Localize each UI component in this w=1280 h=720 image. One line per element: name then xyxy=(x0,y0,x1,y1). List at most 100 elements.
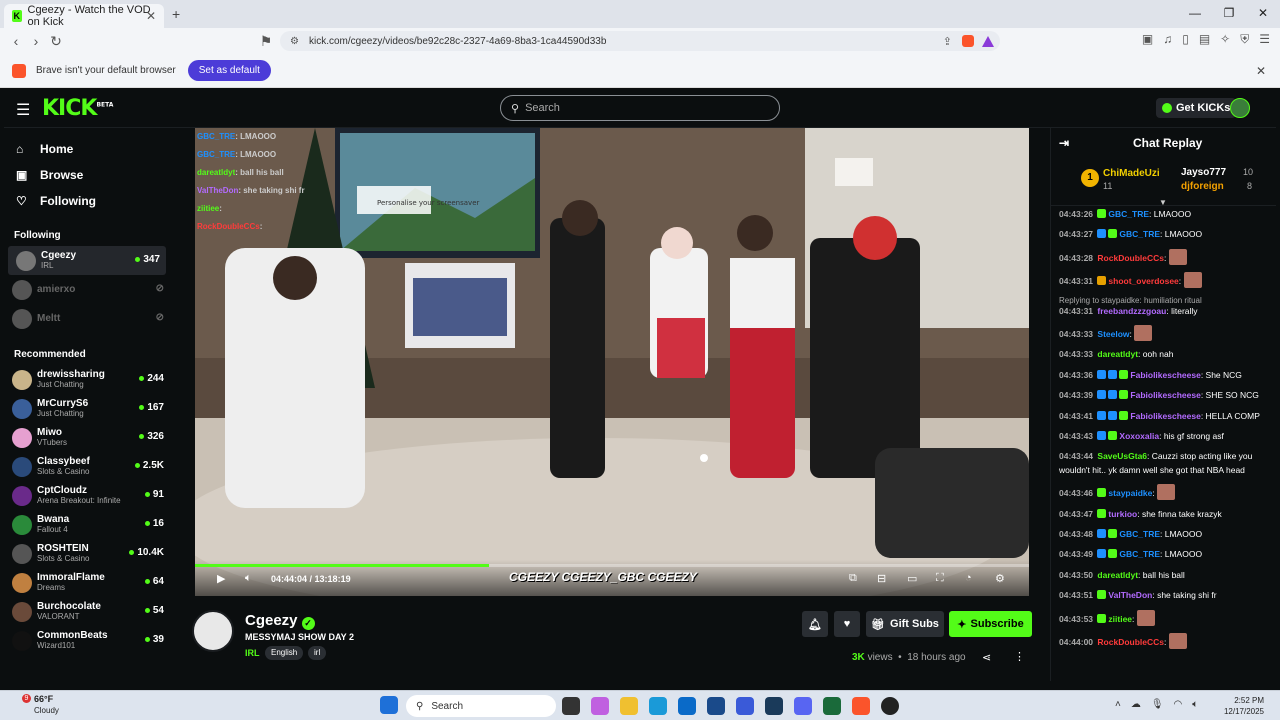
gifter-3-name[interactable]: djforeign xyxy=(1181,181,1224,192)
start-icon[interactable] xyxy=(380,696,398,714)
wallet-icon[interactable]: ▣ xyxy=(1142,32,1153,47)
chat-username[interactable]: GBC_TRE xyxy=(1119,529,1160,539)
brave-shields-icon[interactable] xyxy=(962,35,974,47)
sidebar-channel[interactable]: Cgeezy IRL 347 xyxy=(8,246,166,275)
brave-icon[interactable] xyxy=(852,697,870,715)
chat-username[interactable]: SaveUsGta6 xyxy=(1097,451,1147,461)
sidebar-channel[interactable]: Classybeef Slots & Casino 2.5K xyxy=(4,452,170,481)
restore-icon[interactable]: ❐ xyxy=(1212,0,1246,28)
task-view-icon[interactable] xyxy=(562,697,580,715)
tag-irl[interactable]: irl xyxy=(308,646,327,660)
chat-username[interactable]: staypaidke xyxy=(1108,488,1152,498)
sidebar-channel[interactable]: CommonBeats Wizard101 39 xyxy=(4,626,170,655)
minimize-icon[interactable]: — xyxy=(1178,0,1212,28)
leo-icon[interactable]: ✧ xyxy=(1220,32,1230,47)
store-icon[interactable] xyxy=(707,697,725,715)
play-icon[interactable]: ▶ xyxy=(217,572,225,585)
discord-icon[interactable] xyxy=(794,697,812,715)
sidebar-channel[interactable]: CptCloudz Arena Breakout: Infinite 91 xyxy=(4,481,170,510)
progress-bar[interactable] xyxy=(195,564,1029,567)
theater-mode-icon[interactable]: ▭ xyxy=(907,572,917,585)
reload-icon[interactable]: ↻ xyxy=(46,33,66,50)
set-default-button[interactable]: Set as default xyxy=(187,60,271,81)
hamburger-menu-icon[interactable]: ☰ xyxy=(16,100,30,120)
chat-username[interactable]: ziitiee xyxy=(1108,614,1132,624)
video-player[interactable]: Personalise your screensaver GBC_TRE: LM… xyxy=(195,128,1029,596)
fullscreen-icon[interactable]: ⛶ xyxy=(936,572,944,585)
chat-username[interactable]: dareatldyt xyxy=(1097,570,1138,580)
notification-bell-button[interactable]: 🔔︎ xyxy=(802,611,828,637)
site-info-icon[interactable]: ⚙ xyxy=(290,36,299,47)
outlook-icon[interactable] xyxy=(678,697,696,715)
sidebar-nav-home[interactable]: ⌂ Home xyxy=(4,136,170,162)
weather-widget[interactable]: 9 66°F Cloudy xyxy=(8,694,59,716)
tag-english[interactable]: English xyxy=(265,646,304,660)
sidebar-channel[interactable]: Meltt ⊘ xyxy=(4,304,170,333)
chat-username[interactable]: ValTheDon xyxy=(1108,590,1152,600)
clock[interactable]: 2:52 PM 12/17/2025 xyxy=(1224,695,1264,717)
chat-username[interactable]: Xoxoxalia xyxy=(1119,431,1159,441)
app-icon[interactable] xyxy=(736,697,754,715)
search-input[interactable]: ⚲ Search xyxy=(500,95,780,121)
media-icon[interactable]: ♫ xyxy=(1163,32,1172,47)
tray-chevron-icon[interactable]: ˄ xyxy=(1115,699,1121,710)
kick-logo[interactable]: KICKBETA xyxy=(42,96,113,121)
chat-username[interactable]: GBC_TRE xyxy=(1119,229,1160,239)
terminal-icon[interactable] xyxy=(823,697,841,715)
mic-icon[interactable]: 🎙︎ xyxy=(1151,699,1164,710)
channel-name[interactable]: Cgeezy ✓ xyxy=(245,612,315,630)
new-tab-button[interactable]: + xyxy=(172,6,180,22)
sidebar-nav-browse[interactable]: ▣ Browse xyxy=(4,162,170,188)
obs-icon[interactable] xyxy=(881,697,899,715)
chat-username[interactable]: freebandzzzgoau xyxy=(1097,306,1166,316)
gift-subs-button[interactable]: 🎁︎ Gift Subs xyxy=(866,611,944,637)
sidebar-channel[interactable]: ImmoralFlame Dreams 64 xyxy=(4,568,170,597)
follow-button[interactable]: ♥ xyxy=(834,611,860,637)
collapse-chat-icon[interactable]: ⇥ xyxy=(1059,136,1069,150)
subscribe-button[interactable]: ✦ Subscribe xyxy=(949,611,1032,637)
speaker-icon[interactable]: 🔈︎ xyxy=(1192,699,1198,710)
sidebar-channel[interactable]: MrCurryS6 Just Chatting 167 xyxy=(4,394,170,423)
file-explorer-icon[interactable] xyxy=(620,697,638,715)
edge-icon[interactable] xyxy=(649,697,667,715)
sidebar-nav-following[interactable]: ♡ Following xyxy=(4,188,170,214)
share-icon[interactable]: ⋖ xyxy=(982,651,991,664)
clip-icon[interactable]: ⊟ xyxy=(877,572,886,585)
back-icon[interactable]: ‹ xyxy=(6,33,26,49)
channel-avatar[interactable] xyxy=(192,610,234,652)
user-avatar[interactable] xyxy=(1230,98,1250,118)
chat-username[interactable]: GBC_TRE xyxy=(1119,549,1160,559)
menu-icon[interactable]: ☰ xyxy=(1259,32,1270,47)
pip-icon[interactable]: ⧉ xyxy=(849,572,857,585)
bookmark-icon[interactable]: ⚑ xyxy=(256,33,276,50)
chat-username[interactable]: shoot_overdosee xyxy=(1108,276,1178,286)
playback-speed-icon[interactable]: ◔ xyxy=(965,572,972,584)
sidebar-channel[interactable]: Bwana Fallout 4 16 xyxy=(4,510,170,539)
chat-username[interactable]: RockDoubleCCs xyxy=(1097,637,1164,647)
chat-username[interactable]: GBC_TRE xyxy=(1108,209,1149,219)
wifi-icon[interactable]: ◠ xyxy=(1174,699,1183,710)
forward-icon[interactable]: › xyxy=(26,33,46,49)
taskbar-search[interactable]: ⚲ Search xyxy=(406,695,556,717)
chat-username[interactable]: Fabiolikescheese xyxy=(1130,411,1200,421)
chat-username[interactable]: turkioo xyxy=(1108,509,1137,519)
url-field[interactable]: ⚙ kick.com/cgeezy/videos/be92c28c-2327-4… xyxy=(280,31,1000,51)
network-icon[interactable]: ☁ xyxy=(1131,699,1141,710)
brave-rewards-icon[interactable] xyxy=(982,35,994,47)
chat-username[interactable]: RockDoubleCCs xyxy=(1097,253,1164,263)
sidebar-channel[interactable]: Miwo VTubers 326 xyxy=(4,423,170,452)
gifter-2-name[interactable]: Jayso777 xyxy=(1181,167,1226,178)
top-gifter-name[interactable]: ChiMadeUzi xyxy=(1103,168,1160,179)
wallet2-icon[interactable]: ▤ xyxy=(1199,32,1210,47)
chat-username[interactable]: Fabiolikescheese xyxy=(1130,370,1200,380)
chat-username[interactable]: dareatldyt xyxy=(1097,349,1138,359)
sidebar-toggle-icon[interactable]: ▯ xyxy=(1182,32,1189,47)
volume-icon[interactable]: 🔈︎ xyxy=(245,572,252,585)
sidebar-channel[interactable]: drewissharing Just Chatting 244 xyxy=(4,365,170,394)
browser-tab[interactable]: K Cgeezy - Watch the VOD on Kick ✕ xyxy=(4,4,164,28)
sidebar-channel[interactable]: ROSHTEIN Slots & Casino 10.4K xyxy=(4,539,170,568)
get-kicks-button[interactable]: Get KICKs xyxy=(1156,98,1237,118)
chat-username[interactable]: Fabiolikescheese xyxy=(1130,390,1200,400)
close-window-icon[interactable]: ✕ xyxy=(1246,0,1280,28)
vpn-icon[interactable]: ⛨ xyxy=(1240,32,1249,47)
